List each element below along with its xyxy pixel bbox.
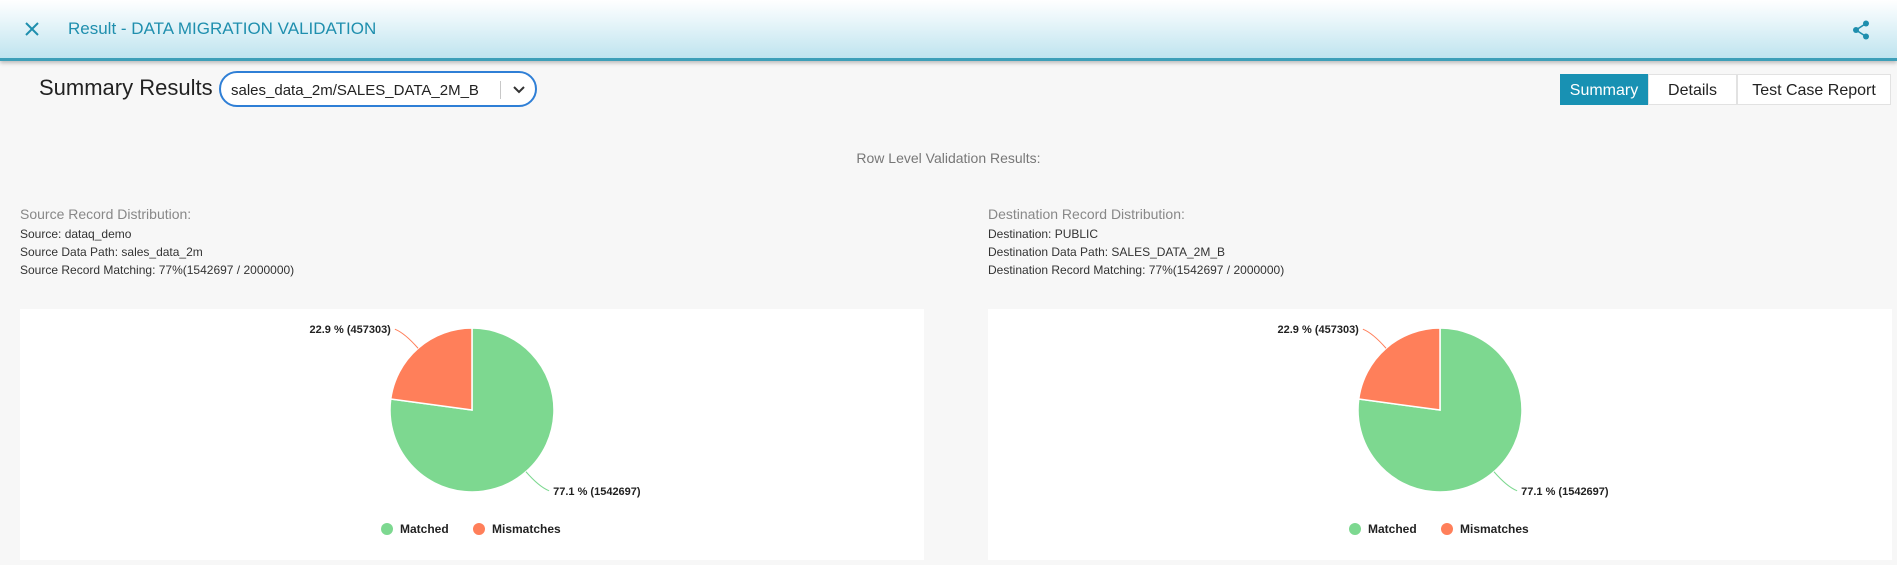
pie-slice-mismatches[interactable] (389, 327, 473, 411)
dataset-select-value: sales_data_2m/SALES_DATA_2M_B (231, 82, 479, 99)
top-bar: Result - DATA MIGRATION VALIDATION (0, 0, 1897, 61)
legend-label-matched[interactable]: Matched (400, 522, 449, 536)
pie-slice-mismatches[interactable] (1357, 327, 1441, 411)
destination-pie-chart: 77.1 % (1542697) 22.9 % (457303) Matched Mi… (1278, 324, 1609, 536)
page-title: Result - DATA MIGRATION VALIDATION (68, 19, 377, 38)
data-label-mismatches: 22.9 % (457303) (1278, 324, 1360, 336)
source-distribution-heading: Source Record Distribution: (20, 206, 192, 222)
legend-marker-matched (1349, 523, 1361, 535)
source-chart-panel: 77.1 % (1542697) 22.9 % (457303) Matched Mi… (20, 309, 924, 560)
chevron-down-icon[interactable] (509, 81, 529, 99)
destination-data-path: Destination Data Path: SALES_DATA_2M_B (988, 245, 1226, 259)
data-label-mismatches: 22.9 % (457303) (310, 324, 392, 336)
dataset-select[interactable]: sales_data_2m/SALES_DATA_2M_B (219, 71, 537, 107)
source-record-matching: Source Record Matching: 77%(1542697 / 20… (20, 263, 295, 277)
legend-marker-mismatches (1441, 523, 1453, 535)
legend-marker-matched (381, 523, 393, 535)
leader-line-matched (525, 471, 550, 492)
row-level-title: Row Level Validation Results: (856, 150, 1041, 166)
tab-summary[interactable]: Summary (1560, 74, 1648, 105)
leader-line-mismatches (1362, 328, 1387, 349)
destination-chart-panel: 77.1 % (1542697) 22.9 % (457303) Matched Mi… (988, 309, 1892, 560)
tab-test-case-report[interactable]: Test Case Report (1737, 74, 1891, 105)
leader-line-mismatches (394, 328, 419, 349)
close-icon[interactable] (20, 17, 44, 41)
summary-title: Summary Results (39, 75, 213, 100)
source-pie-chart: 77.1 % (1542697) 22.9 % (457303) Matched Mi… (310, 324, 641, 536)
destination-distribution-heading: Destination Record Distribution: (988, 206, 1185, 222)
share-icon[interactable] (1849, 18, 1873, 42)
result-tabs: Summary Details Test Case Report (1560, 74, 1891, 105)
legend-marker-mismatches (473, 523, 485, 535)
destination-name: Destination: PUBLIC (988, 227, 1099, 241)
leader-line-matched (1493, 471, 1518, 492)
legend-label-matched[interactable]: Matched (1368, 522, 1417, 536)
source-data-path: Source Data Path: sales_data_2m (20, 245, 203, 259)
tab-details[interactable]: Details (1648, 74, 1737, 105)
select-divider (500, 81, 501, 99)
data-label-matched: 77.1 % (1542697) (553, 486, 641, 498)
destination-record-matching: Destination Record Matching: 77%(1542697… (988, 263, 1285, 277)
data-label-matched: 77.1 % (1542697) (1521, 486, 1609, 498)
source-name: Source: dataq_demo (20, 227, 132, 241)
legend-label-mismatches[interactable]: Mismatches (492, 522, 561, 536)
legend-label-mismatches[interactable]: Mismatches (1460, 522, 1529, 536)
